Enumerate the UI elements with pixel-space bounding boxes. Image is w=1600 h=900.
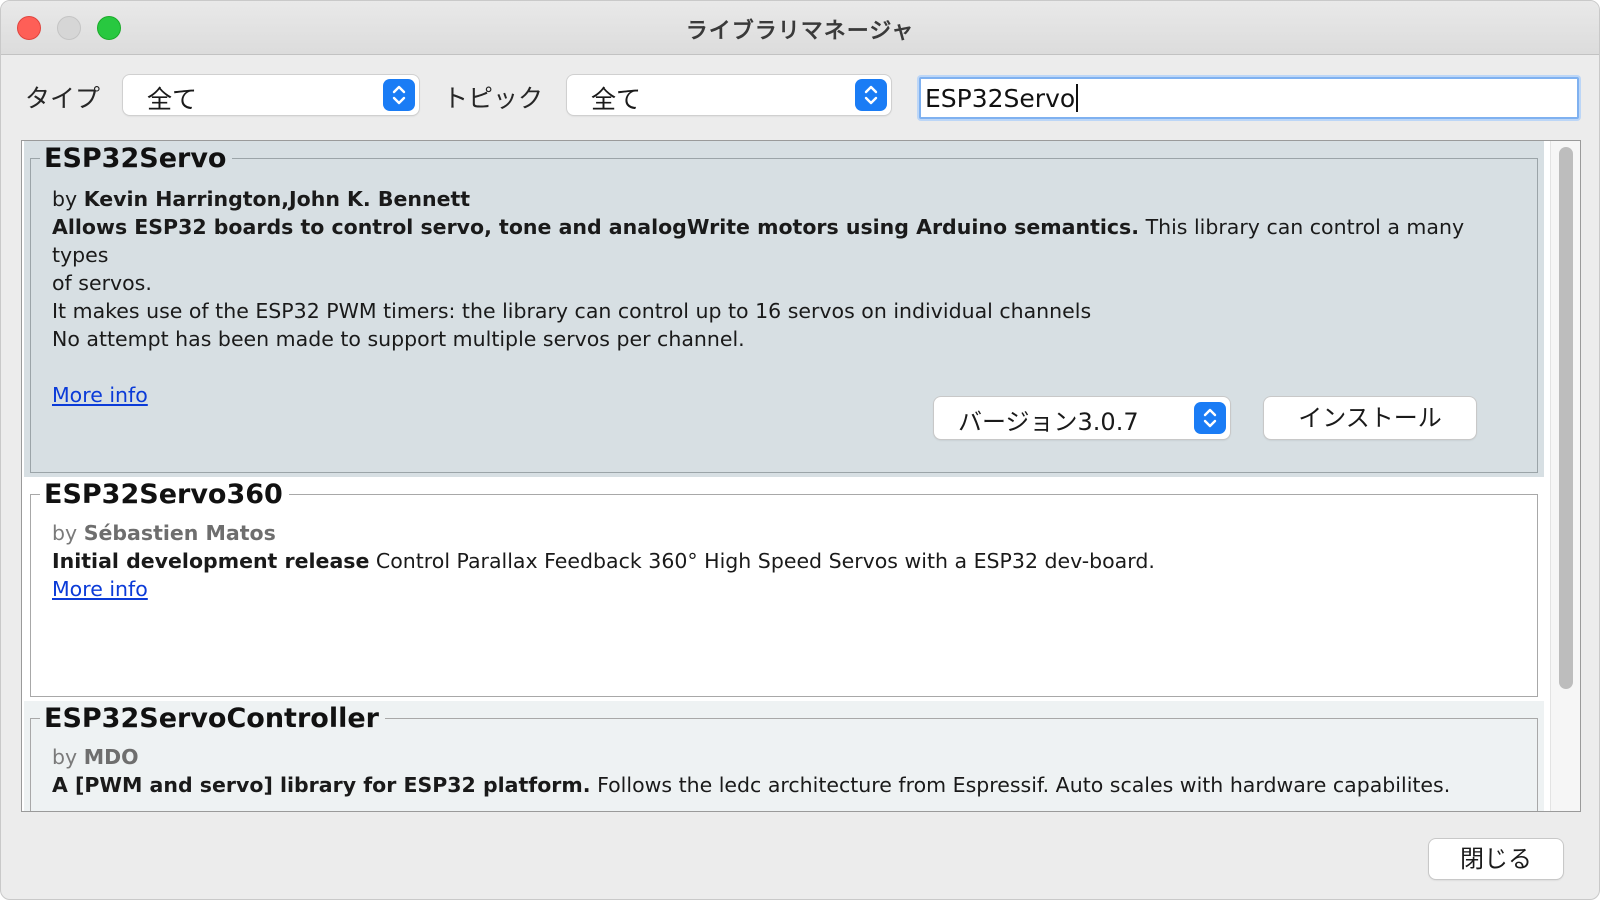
- library-summary: A [PWM and servo] library for ESP32 plat…: [52, 773, 1451, 797]
- library-name: ESP32Servo360: [40, 478, 289, 512]
- library-item-esp32servocontroller[interactable]: ESP32ServoController by MDO A [PWM and s…: [24, 701, 1544, 811]
- version-select-value: バージョン3.0.7: [958, 408, 1139, 436]
- library-search-input[interactable]: ESP32Servo: [919, 77, 1579, 119]
- library-author: Kevin Harrington,John K. Bennett: [83, 187, 471, 211]
- library-byline: by Kevin Harrington,John K. Bennett: [52, 187, 471, 211]
- library-detail-line: It makes use of the ESP32 PWM timers: th…: [52, 299, 1092, 323]
- library-description: by Kevin Harrington,John K. Bennett Allo…: [52, 185, 1494, 409]
- topic-filter-label: トピック: [443, 84, 544, 113]
- library-description: by Sébastien Matos Initial development r…: [52, 519, 1494, 603]
- updown-chevron-icon: [855, 79, 887, 111]
- library-list[interactable]: ESP32Servo by Kevin Harrington,John K. B…: [21, 140, 1581, 812]
- more-info-link[interactable]: More info: [52, 577, 148, 601]
- type-filter-value: 全て: [147, 85, 198, 114]
- updown-chevron-icon: [383, 79, 415, 111]
- library-byline: by Sébastien Matos: [52, 521, 276, 545]
- library-summary: Allows ESP32 boards to control servo, to…: [52, 215, 1465, 267]
- type-filter-label: タイプ: [25, 84, 101, 113]
- library-author: MDO: [83, 745, 139, 769]
- library-description: by MDO A [PWM and servo] library for ESP…: [52, 743, 1494, 799]
- scrollbar-thumb[interactable]: [1559, 147, 1573, 689]
- type-filter-select[interactable]: 全て: [123, 75, 419, 115]
- library-byline: by MDO: [52, 745, 139, 769]
- library-item-esp32servo360[interactable]: ESP32Servo360 by Sébastien Matos Initial…: [24, 477, 1544, 703]
- search-input-text: ESP32Servo: [925, 84, 1079, 114]
- window-title: ライブラリマネージャ: [685, 19, 915, 44]
- version-select[interactable]: バージョン3.0.7: [934, 397, 1230, 439]
- library-summary: Initial development release Control Para…: [52, 549, 1155, 573]
- title-bar: ライブラリマネージャ: [1, 1, 1599, 55]
- library-summary-cont: of servos.: [52, 271, 152, 295]
- topic-filter-select[interactable]: 全て: [567, 75, 891, 115]
- library-author: Sébastien Matos: [83, 521, 276, 545]
- library-name: ESP32ServoController: [40, 702, 385, 736]
- install-button[interactable]: インストール: [1264, 397, 1476, 439]
- updown-chevron-icon: [1194, 402, 1226, 434]
- more-info-link[interactable]: More info: [52, 383, 148, 407]
- library-item-esp32servo[interactable]: ESP32Servo by Kevin Harrington,John K. B…: [24, 141, 1544, 479]
- library-manager-window: ライブラリマネージャ タイプ 全て トピック 全て ESP32Servo ESP…: [0, 0, 1600, 900]
- list-scrollbar[interactable]: [1550, 141, 1580, 811]
- library-name: ESP32Servo: [40, 142, 233, 176]
- close-button[interactable]: 閉じる: [1429, 839, 1563, 879]
- topic-filter-value: 全て: [591, 85, 642, 114]
- library-detail-line: No attempt has been made to support mult…: [52, 327, 745, 351]
